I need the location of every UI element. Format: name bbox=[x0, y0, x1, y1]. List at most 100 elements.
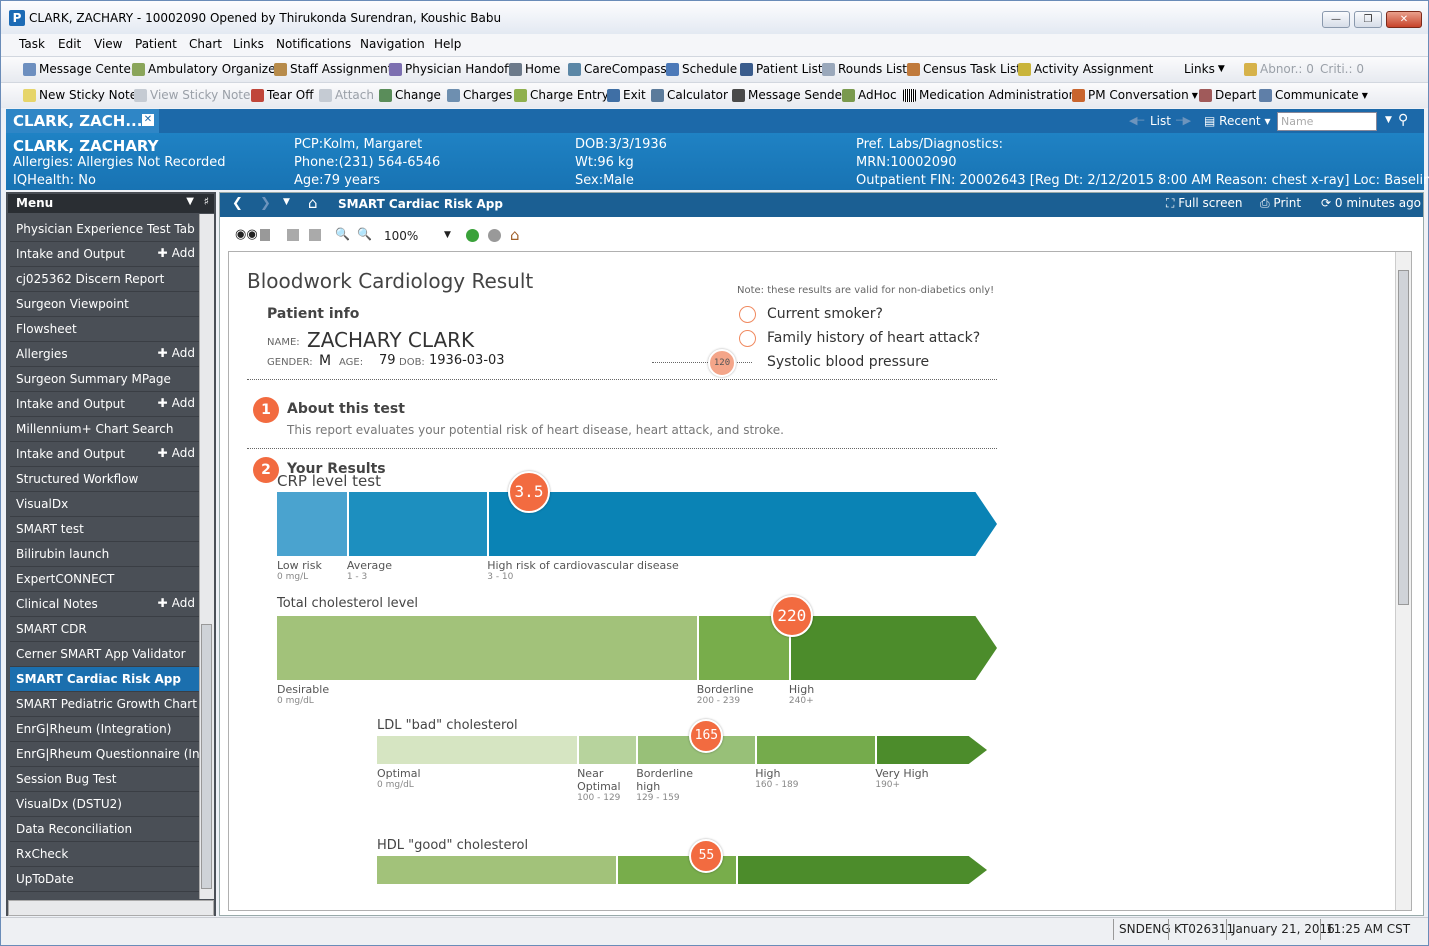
patient-tab[interactable]: CLARK, ZACH... ✕ bbox=[6, 109, 159, 133]
minimize-button[interactable]: — bbox=[1322, 11, 1350, 28]
medication-administration-button[interactable]: Medication Administration bbox=[903, 88, 1076, 102]
search-dropdown-icon[interactable]: ▼ bbox=[1385, 115, 1392, 125]
sidebar-item[interactable]: cj025362 Discern Report bbox=[10, 267, 199, 292]
sidebar-item[interactable]: EnrG|Rheum Questionnaire (Integra bbox=[10, 742, 199, 767]
previous-page-icon[interactable] bbox=[287, 229, 299, 241]
sidebar-item[interactable]: SMART Cardiac Risk App bbox=[10, 667, 199, 692]
sidebar-item[interactable]: SMART test bbox=[10, 517, 199, 542]
activity-assignment-button[interactable]: Activity Assignment bbox=[1018, 62, 1153, 76]
page-icon[interactable] bbox=[260, 229, 270, 241]
add-button[interactable]: ✚ Add bbox=[158, 596, 195, 610]
home-button[interactable]: Home bbox=[509, 62, 560, 76]
critical-count[interactable]: Criti.: 0 bbox=[1320, 62, 1364, 76]
sidebar-item[interactable]: RxCheck bbox=[10, 842, 199, 867]
sidebar-item[interactable]: Millennium+ Chart Search bbox=[10, 417, 199, 442]
sidebar-horizontal-scrollbar[interactable] bbox=[8, 900, 214, 916]
sidebar-item[interactable]: SMART Pediatric Growth Chart bbox=[10, 692, 199, 717]
history-dropdown-icon[interactable]: ▼ bbox=[283, 197, 290, 207]
adhoc-button[interactable]: AdHoc bbox=[842, 88, 897, 102]
links-dropdown[interactable]: Links ▼ bbox=[1184, 62, 1225, 76]
sidebar-item[interactable]: Cerner SMART App Validator bbox=[10, 642, 199, 667]
menu-view[interactable]: View bbox=[94, 37, 122, 51]
menu-help[interactable]: Help bbox=[434, 37, 461, 51]
staff-assignment-button[interactable]: Staff Assignment bbox=[274, 62, 392, 76]
back-arrow-icon[interactable]: ◀─ bbox=[1129, 114, 1144, 127]
close-tab-icon[interactable]: ✕ bbox=[142, 114, 154, 126]
sidebar-item[interactable]: Surgeon Viewpoint bbox=[10, 292, 199, 317]
menu-dropdown-icon[interactable]: ▼ bbox=[186, 196, 194, 207]
restore-button[interactable]: ❐ bbox=[1354, 11, 1382, 28]
menu-patient[interactable]: Patient bbox=[135, 37, 177, 51]
charge-entry-button[interactable]: Charge Entry bbox=[514, 88, 609, 102]
print-button[interactable]: ⎙ Print bbox=[1260, 196, 1301, 211]
add-button[interactable]: ✚ Add bbox=[158, 246, 195, 260]
tear-off-button[interactable]: Tear Off bbox=[251, 88, 314, 102]
stop-icon[interactable] bbox=[488, 229, 501, 242]
menu-navigation[interactable]: Navigation bbox=[360, 37, 425, 51]
calculator-button[interactable]: Calculator bbox=[651, 88, 728, 102]
sbp-slider-track[interactable] bbox=[652, 362, 752, 363]
sidebar-item[interactable]: Allergies ✚ Add bbox=[10, 342, 199, 367]
menu-notifications[interactable]: Notifications bbox=[276, 37, 351, 51]
search-icon[interactable]: ⚲ bbox=[1398, 112, 1408, 128]
add-button[interactable]: ✚ Add bbox=[158, 396, 195, 410]
binoculars-icon[interactable]: ◉◉ bbox=[235, 227, 258, 242]
sidebar-item[interactable]: Intake and Output ✚ Add bbox=[10, 442, 199, 467]
sidebar-item[interactable]: EnrG|Rheum (Integration) bbox=[10, 717, 199, 742]
new-sticky-note-button[interactable]: New Sticky Note bbox=[23, 88, 137, 102]
add-button[interactable]: ✚ Add bbox=[158, 446, 195, 460]
exit-button[interactable]: Exit bbox=[607, 88, 646, 102]
sidebar-item[interactable]: SMART CDR bbox=[10, 617, 199, 642]
menu-links[interactable]: Links bbox=[233, 37, 264, 51]
sidebar-item[interactable]: Clinical Notes ✚ Add bbox=[10, 592, 199, 617]
message-center-button[interactable]: Message Center bbox=[23, 62, 136, 76]
sidebar-item[interactable]: VisualDx bbox=[10, 492, 199, 517]
sidebar-item[interactable]: Session Bug Test bbox=[10, 767, 199, 792]
family-history-radio[interactable] bbox=[739, 330, 756, 347]
sidebar-item[interactable]: Bilirubin launch bbox=[10, 542, 199, 567]
next-page-icon[interactable] bbox=[309, 229, 321, 241]
physician-handoff-button[interactable]: Physician Handoff bbox=[389, 62, 512, 76]
full-screen-button[interactable]: ⛶ Full screen bbox=[1166, 196, 1242, 211]
menu-chart[interactable]: Chart bbox=[189, 37, 222, 51]
sidebar-item[interactable]: ExpertCONNECT bbox=[10, 567, 199, 592]
patient-list-button[interactable]: Patient List bbox=[740, 62, 823, 76]
close-button[interactable]: ✕ bbox=[1386, 11, 1422, 28]
depart-button[interactable]: Depart bbox=[1199, 88, 1256, 102]
sidebar-item[interactable]: Flowsheet bbox=[10, 317, 199, 342]
sidebar-scrollbar[interactable] bbox=[199, 214, 214, 899]
zoom-select[interactable]: 100% ▼ bbox=[384, 229, 451, 243]
home-icon[interactable]: ⌂ bbox=[308, 194, 318, 212]
sidebar-item[interactable]: UpToDate bbox=[10, 867, 199, 892]
sidebar-item[interactable]: VisualDx (DSTU2) bbox=[10, 792, 199, 817]
message-sender-button[interactable]: Message Sender bbox=[732, 88, 847, 102]
refresh-status[interactable]: ⟳ 0 minutes ago bbox=[1321, 196, 1421, 210]
sidebar-item[interactable]: Data Reconciliation bbox=[10, 817, 199, 842]
sidebar-item[interactable]: Surgeon Summary MPage bbox=[10, 367, 199, 392]
schedule-button[interactable]: Schedule bbox=[666, 62, 737, 76]
sidebar-item[interactable]: Intake and Output ✚ Add bbox=[10, 242, 199, 267]
recent-dropdown[interactable]: ▤ Recent ▾ bbox=[1204, 114, 1270, 128]
sbp-slider-handle[interactable]: 120 bbox=[708, 349, 736, 377]
sidebar-item[interactable]: Intake and Output ✚ Add bbox=[10, 392, 199, 417]
report-scrollbar[interactable] bbox=[1395, 252, 1411, 910]
smoker-radio[interactable] bbox=[739, 306, 756, 323]
pm-conversation-button[interactable]: PM Conversation ▼ bbox=[1072, 88, 1198, 102]
zoom-out-icon[interactable]: 🔍 bbox=[335, 227, 350, 241]
view-sticky-notes-button[interactable]: View Sticky Notes bbox=[134, 88, 257, 102]
charges-button[interactable]: Charges bbox=[447, 88, 512, 102]
abnormal-count[interactable]: Abnor.: 0 bbox=[1244, 62, 1314, 76]
go-back-icon[interactable] bbox=[466, 229, 479, 242]
list-button[interactable]: List bbox=[1150, 114, 1171, 128]
census-task-list-button[interactable]: Census Task List bbox=[907, 62, 1021, 76]
attach-button[interactable]: Attach bbox=[319, 88, 374, 102]
home-page-icon[interactable]: ⌂ bbox=[510, 226, 520, 244]
add-button[interactable]: ✚ Add bbox=[158, 346, 195, 360]
rounds-list-button[interactable]: Rounds List bbox=[822, 62, 907, 76]
carecompass-button[interactable]: CareCompass bbox=[568, 62, 667, 76]
menu-task[interactable]: Task bbox=[19, 37, 45, 51]
forward-icon[interactable]: ❯ bbox=[260, 196, 271, 211]
sidebar-item[interactable]: Physician Experience Test Tab bbox=[10, 217, 199, 242]
communicate-button[interactable]: Communicate ▼ bbox=[1259, 88, 1368, 102]
back-icon[interactable]: ❮ bbox=[232, 196, 243, 211]
